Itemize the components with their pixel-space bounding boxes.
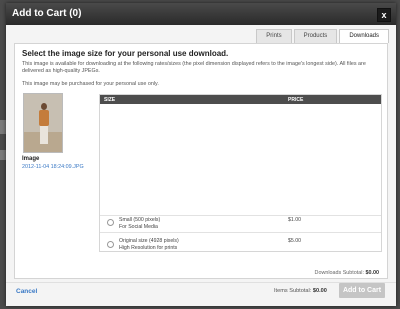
modal-header: Add to Cart (0) x xyxy=(6,3,396,25)
close-button[interactable]: x xyxy=(377,8,391,22)
tab-bar: Prints Products Downloads xyxy=(254,29,389,43)
tab-products[interactable]: Products xyxy=(293,29,338,43)
row-divider xyxy=(100,215,381,216)
download-size-table: SIZE PRICE Small (500 pixels) For Social… xyxy=(99,94,382,252)
image-filename: 2012-11-04 18:24:09.JPG xyxy=(22,164,84,170)
tab-prints[interactable]: Prints xyxy=(256,29,292,43)
option-subtitle: High Resolution for prints xyxy=(119,245,178,251)
footer-divider xyxy=(6,282,396,283)
radio-small[interactable] xyxy=(107,219,114,226)
radio-original[interactable] xyxy=(107,241,114,248)
option-title: Small (500 pixels) xyxy=(119,217,161,223)
items-subtotal-value: $0.00 xyxy=(312,288,327,294)
column-header-size: SIZE xyxy=(104,97,116,103)
downloads-subtotal-value: $0.00 xyxy=(365,270,380,276)
row-divider xyxy=(100,232,381,233)
tab-downloads[interactable]: Downloads xyxy=(339,29,389,43)
downloads-heading: Select the image size for your personal … xyxy=(22,49,229,58)
option-price: $1.00 xyxy=(288,217,301,223)
add-to-cart-modal: Add to Cart (0) x Prints Products Downlo… xyxy=(6,3,396,306)
downloads-subtotal: Downloads Subtotal: $0.00 xyxy=(315,270,379,276)
downloads-description: This image is available for downloading … xyxy=(22,61,366,74)
image-label: Image xyxy=(22,156,40,162)
modal-title: Add to Cart (0) xyxy=(12,8,82,19)
add-to-cart-button[interactable]: Add to Cart xyxy=(339,283,385,298)
image-thumbnail[interactable] xyxy=(23,93,63,153)
close-icon: x xyxy=(381,10,387,20)
cancel-link[interactable]: Cancel xyxy=(16,288,37,295)
option-price: $5.00 xyxy=(288,238,301,244)
column-header-price: PRICE xyxy=(288,97,304,103)
items-subtotal-label: Items Subtotal: xyxy=(274,288,312,294)
option-title: Original size (4928 pixels) xyxy=(119,238,179,244)
downloads-panel: Select the image size for your personal … xyxy=(14,43,388,279)
downloads-subtotal-label: Downloads Subtotal: xyxy=(314,270,364,276)
items-subtotal: Items Subtotal: $0.00 xyxy=(274,288,327,294)
personal-use-note: This image may be purchased for your per… xyxy=(22,81,159,87)
option-subtitle: For Social Media xyxy=(119,224,158,230)
table-header: SIZE PRICE xyxy=(100,95,381,104)
